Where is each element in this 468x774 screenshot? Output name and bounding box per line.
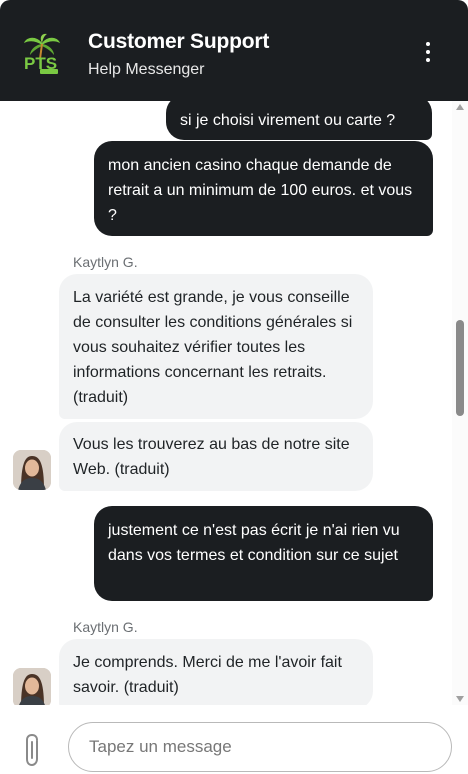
scrollbar-thumb[interactable] [456,320,464,416]
agent-message: Vous les trouverez au bas de notre site … [59,422,373,491]
sender-name: Kaytlyn G. [73,254,138,270]
message-list[interactable]: si je choisi virement ou carte ? mon anc… [0,101,452,705]
agent-message: Je comprends. Merci de me l'avoir fait s… [59,639,373,705]
agent-avatar [13,450,51,490]
paperclip-icon[interactable] [22,733,44,769]
message-input[interactable] [68,722,452,772]
chat-subtitle: Help Messenger [88,61,205,78]
scroll-up-arrow-icon[interactable] [456,104,464,110]
agent-avatar [13,668,51,705]
user-message: mon ancien casino chaque demande de retr… [94,141,433,236]
agent-message: La variété est grande, je vous conseille… [59,274,373,419]
chat-header: PTS Customer Support Help Messenger [0,0,468,101]
scroll-down-arrow-icon[interactable] [456,696,464,702]
scrollbar[interactable] [452,101,468,705]
palm-tree-logo-icon: PTS [22,33,62,75]
sender-name: Kaytlyn G. [73,619,138,635]
user-message: si je choisi virement ou carte ? [166,101,432,140]
kebab-menu-icon[interactable] [418,42,438,66]
message-composer [0,705,468,773]
chat-title: Customer Support [88,30,270,53]
user-message: justement ce n'est pas écrit je n'ai rie… [94,506,433,601]
